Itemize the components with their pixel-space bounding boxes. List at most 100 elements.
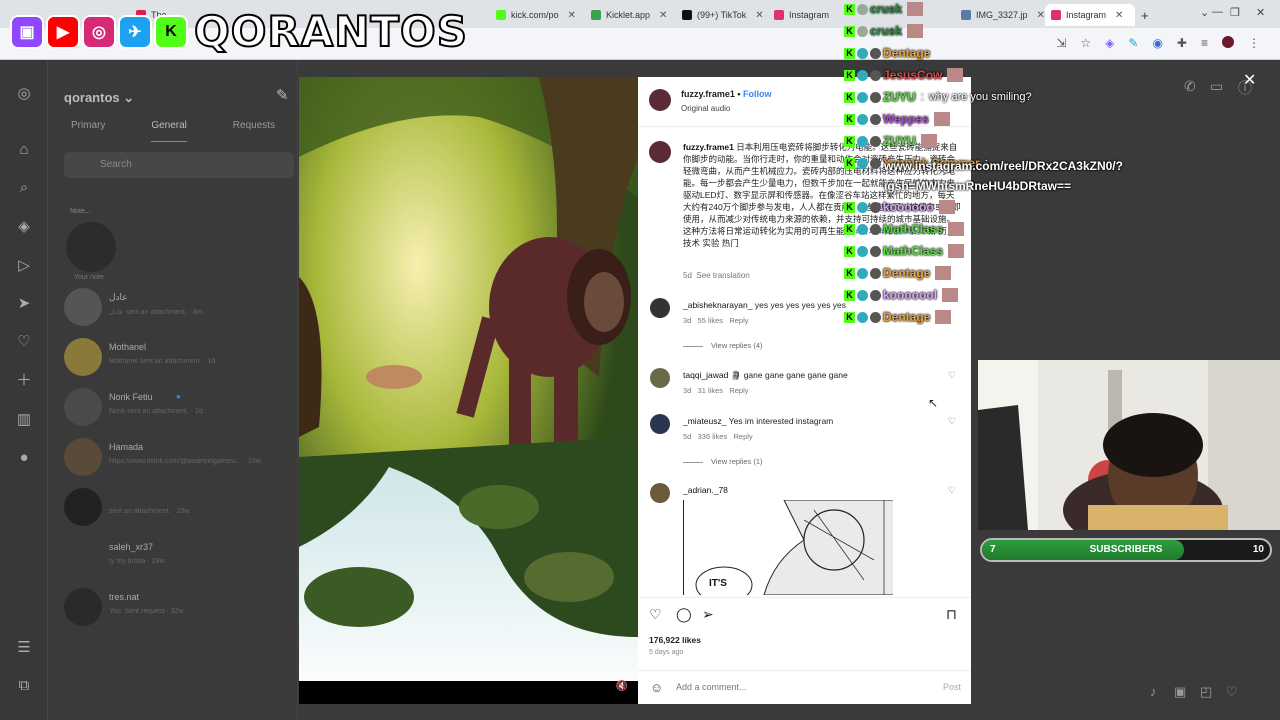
home-icon[interactable]: ⌂ — [14, 140, 34, 160]
close-tab-icon[interactable]: ✕ — [659, 10, 667, 21]
create-icon[interactable]: ＋ — [14, 371, 34, 391]
heart-reaction-icon[interactable]: ♡ — [1226, 684, 1238, 700]
close-tab-icon[interactable]: ✕ — [1115, 10, 1123, 21]
like-comment-heart-icon[interactable]: ♡ — [948, 485, 956, 496]
close-modal-icon[interactable]: ✕ — [1243, 70, 1256, 90]
sticker-icon[interactable]: ◰ — [1200, 684, 1212, 700]
like-comment-heart-icon[interactable]: ♡ — [948, 416, 956, 427]
conversation-item[interactable]: Norik Fetiu ● Norik sent an attachment. · … — [64, 388, 294, 432]
browser-tab[interactable]: Instagram — [768, 4, 848, 26]
messages-icon[interactable]: ➤ — [14, 294, 34, 314]
microphone-icon[interactable]: ♪ — [1150, 684, 1157, 699]
reply-button[interactable]: Reply — [733, 432, 752, 441]
comment-author[interactable]: _miateusz_ — [683, 416, 726, 426]
instagram-logo-icon[interactable]: ◎ — [14, 84, 34, 104]
save-bookmark-icon[interactable]: ⊓ — [946, 606, 957, 623]
profile-avatar[interactable] — [1222, 36, 1234, 48]
share-send-icon[interactable]: ➢ — [702, 606, 714, 623]
tab-requests[interactable]: Requests — [233, 120, 275, 142]
close-window-icon[interactable]: ✕ — [1256, 6, 1265, 19]
avatar[interactable] — [649, 141, 671, 163]
extension-icon[interactable]: ✎ — [1128, 36, 1138, 50]
new-tab-button[interactable]: + — [1135, 4, 1155, 26]
notifications-heart-icon[interactable]: ♡ — [14, 332, 34, 352]
chat-username: MathClass — [883, 222, 944, 236]
new-message-icon[interactable]: ✎ — [276, 86, 289, 104]
also-from-meta-icon[interactable]: ⧉ — [14, 676, 34, 696]
avatar[interactable] — [649, 89, 671, 111]
more-menu-icon[interactable]: ☰ — [14, 638, 34, 658]
close-tab-icon[interactable]: ✕ — [755, 10, 763, 21]
extension-icon[interactable]: ◉ — [1152, 36, 1162, 50]
conversation-item[interactable]: saleh_xr37 ty my broda · 29w — [64, 538, 294, 582]
phone-call-icon[interactable]: ✆ — [1184, 78, 1196, 95]
menu-icon[interactable]: ⋮ — [1248, 36, 1260, 50]
like-comment-heart-icon[interactable]: ♡ — [948, 370, 956, 381]
comment-author[interactable]: _adrian._78 — [683, 485, 728, 495]
chat-link[interactable]: www.instagram.com/reel/DRx2CA3kZN0/?igsh… — [884, 156, 1214, 196]
post-comment-button[interactable]: Post — [943, 682, 961, 692]
reply-button[interactable]: Reply — [729, 386, 748, 395]
close-tab-icon[interactable]: ✕ — [1037, 10, 1045, 21]
view-replies-button[interactable]: View replies (4) — [683, 341, 763, 350]
reels-icon[interactable]: ▷ — [14, 256, 34, 276]
follow-button[interactable]: Follow — [743, 89, 772, 99]
mute-icon[interactable]: 🔇 — [616, 681, 628, 692]
comment-likes[interactable]: 336 likes — [698, 432, 728, 441]
search-input[interactable]: Search — [64, 152, 294, 178]
explore-icon[interactable]: ◈ — [14, 217, 34, 237]
conversation-item[interactable]: عادل عادل sent an attachment. · 8m — [64, 288, 294, 332]
avatar[interactable] — [650, 298, 670, 318]
extensions-puzzle-icon[interactable]: ✚ — [1177, 36, 1187, 50]
conversation-item[interactable]: Hamada https://www.tiktok.com/@asianyinga… — [64, 438, 294, 482]
avatar[interactable] — [66, 222, 116, 272]
bookmark-star-icon[interactable]: ☆ — [1080, 36, 1091, 50]
image-icon[interactable]: ▣ — [1174, 684, 1186, 700]
conversation-item[interactable]: sent an attachment. · 23w — [64, 488, 294, 532]
reel-video[interactable]: 🔇 — [299, 77, 638, 704]
video-call-icon[interactable]: ▭ — [1210, 78, 1223, 95]
view-replies-button[interactable]: View replies (1) — [683, 457, 763, 466]
browser-tab[interactable]: Kicklet.app ✕ — [585, 4, 675, 26]
chat-message: K JesusCow — [844, 68, 964, 82]
comment-bubble-icon[interactable]: ◯ — [676, 606, 692, 623]
dashboard-icon[interactable]: ▥ — [14, 410, 34, 430]
caption-author[interactable]: fuzzy.frame1 — [683, 142, 734, 152]
comment-likes[interactable]: 55 likes — [698, 316, 723, 325]
conversation-item[interactable]: tres.nat You: Sent request · 32w — [64, 588, 294, 632]
profile-icon[interactable]: ● — [14, 448, 34, 468]
browser-tab[interactable]: kick.com/po ✕ — [490, 4, 580, 26]
comment-author[interactable]: taqqi_jawad — [683, 370, 728, 380]
author-link[interactable]: fuzzy.frame1 — [681, 89, 735, 99]
audio-label[interactable]: Original audio — [681, 104, 730, 113]
browser-tab[interactable]: IMG_3327.jp ✕ — [955, 4, 1045, 26]
search-icon[interactable]: ⌕ — [14, 178, 34, 198]
comment-input[interactable]: Add a comment... — [676, 682, 747, 692]
emoji-icon[interactable]: ☺ — [650, 680, 663, 695]
like-count[interactable]: 176,922 likes — [649, 635, 701, 645]
account-switcher[interactable]: qorantos ⌄ — [64, 90, 134, 106]
comment-image[interactable]: IT'S — [683, 500, 893, 595]
avatar[interactable] — [650, 414, 670, 434]
conversation-item[interactable]: Mothanel Mothanel sent an attachment. · 1… — [64, 338, 294, 382]
instagram-icon: ◎ — [82, 15, 116, 49]
reply-button[interactable]: Reply — [729, 316, 748, 325]
maximize-icon[interactable]: ❐ — [1230, 6, 1240, 19]
install-icon[interactable]: ⇲ — [1056, 36, 1066, 50]
extension-icon[interactable]: ◈ — [1105, 36, 1114, 50]
like-heart-icon[interactable]: ♡ — [649, 606, 662, 623]
comment-author[interactable]: _abisheknarayan_ — [683, 300, 752, 310]
minimize-icon[interactable]: — — [1212, 6, 1223, 18]
tab-search-icon[interactable]: ⌄ — [1200, 6, 1209, 19]
see-translation-link[interactable]: See translation — [696, 271, 749, 280]
avatar[interactable] — [650, 483, 670, 503]
tab-primary[interactable]: Primary — [71, 120, 105, 142]
tab-general[interactable]: General — [151, 120, 187, 142]
note-bubble[interactable]: Note... — [70, 208, 91, 215]
comment-likes[interactable]: 31 likes — [698, 386, 723, 395]
browser-tab-active[interactable]: Instagram ✕ — [1045, 4, 1135, 26]
media-icon[interactable]: ≡ — [1201, 36, 1208, 50]
close-tab-icon[interactable]: ✕ — [568, 10, 576, 21]
browser-tab[interactable]: (99+) TikTok ✕ — [676, 4, 766, 26]
avatar[interactable] — [650, 368, 670, 388]
